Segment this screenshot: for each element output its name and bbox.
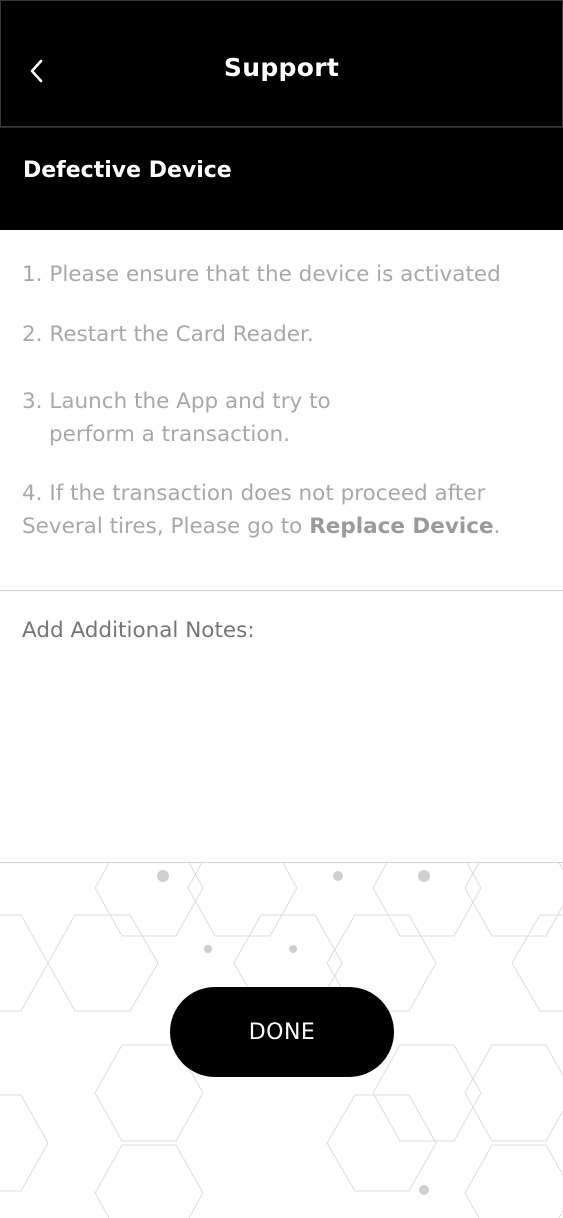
done-button[interactable]: DONE [170, 987, 394, 1077]
step-3-line-1: 3. Launch the App and try to [22, 389, 331, 414]
top-bar: Support [0, 0, 563, 127]
step-3: 3. Launch the App and try to perform a t… [22, 385, 331, 451]
additional-notes-input[interactable] [22, 618, 542, 838]
step-3-line-2: perform a transaction. [49, 422, 290, 447]
step-4-line-2: Several tires, Please go to [22, 514, 310, 539]
step-2: 2. Restart the Card Reader. [22, 322, 314, 347]
section-header: Defective Device [0, 127, 563, 230]
replace-device-link[interactable]: Replace Device [309, 514, 493, 539]
page-title: Support [223, 53, 340, 82]
step-4-line-1: 4. If the transaction does not proceed a… [22, 481, 486, 506]
divider [0, 590, 563, 591]
step-1: 1. Please ensure that the device is acti… [22, 262, 501, 287]
step-4: 4. If the transaction does not proceed a… [22, 477, 500, 543]
step-4-suffix: . [493, 514, 501, 539]
support-screen: Support Defective Device 1. Please ensur… [0, 0, 563, 1218]
section-title: Defective Device [23, 158, 232, 183]
